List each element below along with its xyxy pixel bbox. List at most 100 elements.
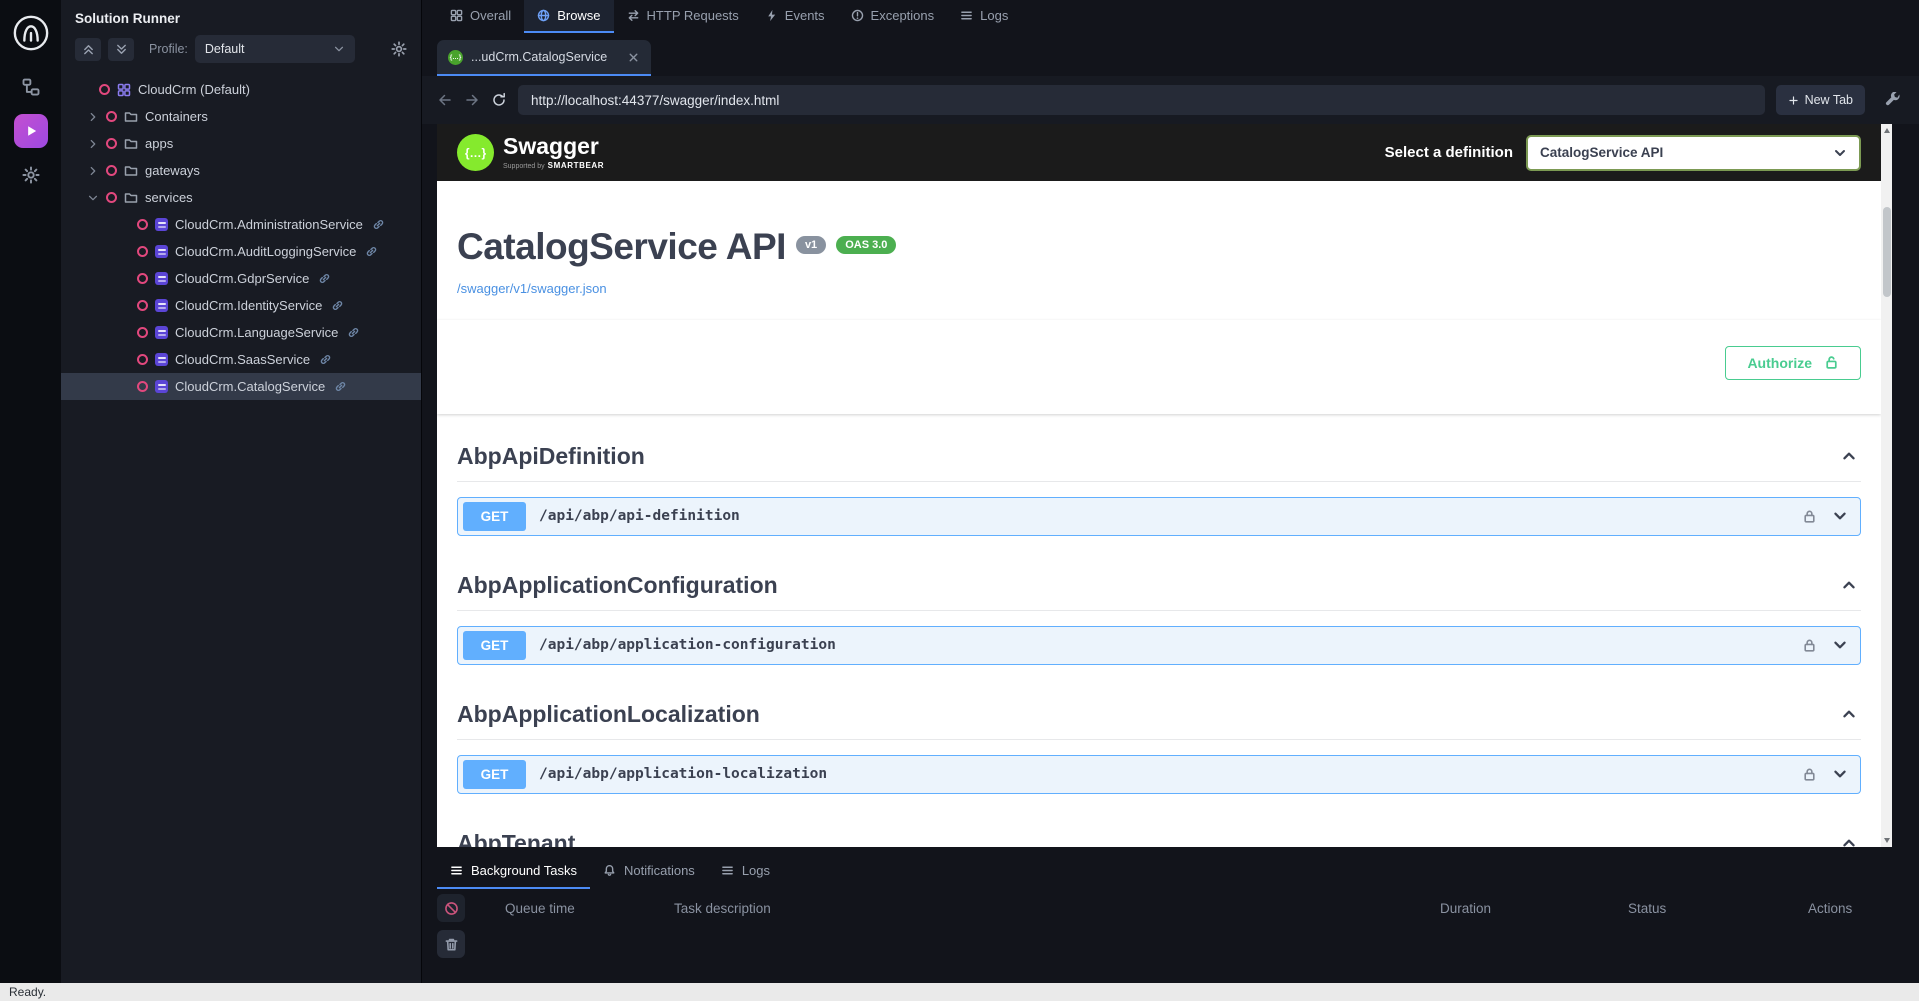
folder-icon [124,164,138,178]
api-operation-row[interactable]: GET /api/abp/application-localization [457,755,1861,794]
authorize-button[interactable]: Authorize [1725,346,1861,380]
tree-item-administration-service[interactable]: CloudCrm.AdministrationService [61,211,421,238]
collapse-all-button[interactable] [75,38,101,61]
section-title: AbpApiDefinition [457,443,645,470]
profile-settings-button[interactable] [391,41,407,57]
chevron-down-icon[interactable] [1832,637,1848,653]
close-icon[interactable] [627,51,640,64]
tab-events[interactable]: Events [752,0,838,33]
viewport-scrollbar[interactable] [1881,124,1892,847]
lock-icon[interactable] [1802,767,1817,782]
status-donut-icon [137,273,148,284]
section-header[interactable]: AbpTenant [457,819,1861,847]
tab-notifications[interactable]: Notifications [590,853,708,889]
chevron-up-icon[interactable] [1841,448,1857,464]
refresh-icon[interactable] [491,92,507,108]
new-tab-label: New Tab [1805,93,1853,107]
lock-icon[interactable] [1802,638,1817,653]
panel-title: Solution Runner [61,0,421,30]
tab-http-requests[interactable]: HTTP Requests [614,0,752,33]
profile-select[interactable]: Default [195,35,355,63]
section-header[interactable]: AbpApplicationConfiguration [457,561,1861,611]
api-operation-row[interactable]: GET /api/abp/application-configuration [457,626,1861,665]
definition-select[interactable]: CatalogService API [1526,135,1861,171]
status-donut-icon [137,246,148,257]
tree-item-gateways[interactable]: gateways [61,157,421,184]
dotnet-project-icon [155,245,168,258]
clear-tasks-button[interactable] [437,930,465,958]
expand-all-button[interactable] [108,38,134,61]
tab-bottom-logs[interactable]: Logs [708,853,783,889]
section-header[interactable]: AbpApplicationLocalization [457,690,1861,740]
tab-label: Browse [557,8,600,23]
lock-icon[interactable] [1802,509,1817,524]
browser-tab-catalog-service[interactable]: {…} ...udCrm.CatalogService [437,40,651,76]
chevron-up-icon[interactable] [1841,577,1857,593]
swagger-supported-by: Supported bySMARTBEAR [503,161,604,170]
tree-item-containers[interactable]: Containers [61,103,421,130]
scroll-up-arrow[interactable] [1881,124,1892,137]
column-task-description: Task description [674,901,1440,916]
solution-explorer-button[interactable] [14,70,48,104]
tab-exceptions[interactable]: Exceptions [838,0,948,33]
tab-overall[interactable]: Overall [437,0,524,33]
tab-logs[interactable]: Logs [947,0,1021,33]
link-icon[interactable] [372,218,385,231]
chevron-up-icon[interactable] [1841,706,1857,722]
tree-item-services[interactable]: services [61,184,421,211]
section-header[interactable]: AbpApiDefinition [457,432,1861,482]
link-icon[interactable] [331,299,344,312]
solution-runner-button[interactable] [14,114,48,148]
tree-item-auditlogging-service[interactable]: CloudCrm.AuditLoggingService [61,238,421,265]
spec-link[interactable]: /swagger/v1/swagger.json [457,281,607,296]
tree-item-catalog-service[interactable]: CloudCrm.CatalogService [61,373,421,400]
chevron-down-icon[interactable] [1832,508,1848,524]
link-icon[interactable] [334,380,347,393]
tree-item-gdpr-service[interactable]: CloudCrm.GdprService [61,265,421,292]
chevron-right-icon[interactable] [87,165,99,177]
chevron-down-icon[interactable] [87,192,99,204]
link-icon[interactable] [319,353,332,366]
cancel-all-button[interactable] [437,894,465,922]
chevron-right-icon[interactable] [87,138,99,150]
definition-select-value: CatalogService API [1540,145,1663,160]
tree-item-solution[interactable]: CloudCrm (Default) [61,76,421,103]
version-badge: v1 [796,236,826,254]
new-tab-button[interactable]: New Tab [1776,85,1865,115]
status-donut-icon [137,354,148,365]
tasks-table-header: Queue time Task description Duration Sta… [437,889,1919,927]
link-icon[interactable] [347,326,360,339]
link-icon[interactable] [365,245,378,258]
link-icon[interactable] [318,272,331,285]
chevron-right-icon[interactable] [87,111,99,123]
tab-browse[interactable]: Browse [524,0,613,33]
rail-settings-button[interactable] [14,158,48,192]
address-bar[interactable]: http://localhost:44377/swagger/index.htm… [518,85,1765,115]
scrollbar-thumb[interactable] [1883,207,1891,297]
swagger-topbar: {…} Swagger Supported bySMARTBEAR Select… [437,124,1881,181]
status-bar: Ready. [0,983,1919,1001]
http-method-badge: GET [463,502,526,531]
wrench-icon[interactable] [1885,92,1902,109]
status-donut-icon [106,138,117,149]
tree-item-language-service[interactable]: CloudCrm.LanguageService [61,319,421,346]
tree-item-label: Containers [145,109,208,124]
lightning-icon [765,9,778,22]
tab-background-tasks[interactable]: Background Tasks [437,853,590,889]
tree-item-apps[interactable]: apps [61,130,421,157]
tree-item-label: CloudCrm.GdprService [175,271,309,286]
api-section-abp-application-localization: AbpApplicationLocalization GET /api/abp/… [457,690,1861,794]
gear-icon [22,166,40,184]
api-operation-row[interactable]: GET /api/abp/api-definition [457,497,1861,536]
tree-item-saas-service[interactable]: CloudCrm.SaasService [61,346,421,373]
tree-item-identity-service[interactable]: CloudCrm.IdentityService [61,292,421,319]
scroll-down-arrow[interactable] [1881,834,1892,847]
chevron-down-icon[interactable] [1832,766,1848,782]
chevron-up-icon[interactable] [1841,835,1857,847]
chevron-down-icon [333,43,345,55]
dotnet-project-icon [155,272,168,285]
swagger-favicon: {…} [448,50,463,65]
definition-label: Select a definition [1385,144,1513,161]
back-icon[interactable] [437,92,453,108]
forward-icon[interactable] [464,92,480,108]
